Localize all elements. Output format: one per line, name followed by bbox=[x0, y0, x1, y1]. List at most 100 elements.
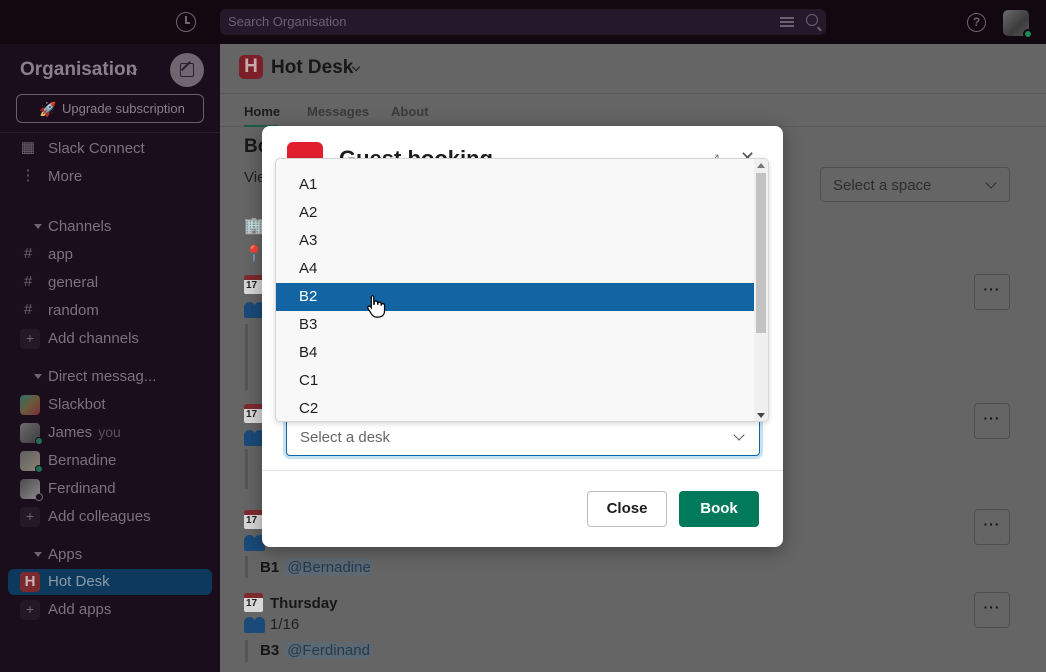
scrollbar[interactable] bbox=[754, 159, 768, 421]
desk-option[interactable]: C1 bbox=[276, 367, 755, 395]
presence-status-icon bbox=[35, 465, 43, 473]
add-channels-button[interactable]: + Add channels bbox=[8, 326, 212, 352]
option-label: A1 bbox=[299, 176, 318, 193]
tab-messages[interactable]: Messages bbox=[307, 104, 369, 119]
history-icon[interactable] bbox=[176, 12, 196, 32]
book-button[interactable]: Book bbox=[679, 491, 759, 527]
desk-select[interactable]: Select a desk bbox=[286, 418, 760, 456]
desk-option[interactable]: A2 bbox=[276, 199, 755, 227]
option-label: A2 bbox=[299, 204, 318, 221]
option-label: C1 bbox=[299, 372, 319, 389]
sidebar-app-hot-desk[interactable]: H Hot Desk bbox=[8, 569, 212, 595]
sidebar-item-slack-connect[interactable]: ▦ Slack Connect bbox=[8, 136, 212, 162]
tab-home[interactable]: Home bbox=[244, 104, 280, 119]
day-options-button[interactable]: ··· bbox=[974, 509, 1010, 545]
add-colleagues-label: Add colleagues bbox=[48, 508, 151, 525]
people-icon bbox=[244, 617, 266, 633]
presence-status-icon bbox=[1023, 29, 1033, 39]
dm-section-header[interactable]: Direct messag... bbox=[8, 364, 212, 390]
desk-option-selected[interactable]: B2 bbox=[276, 283, 755, 311]
space-select[interactable]: Select a space bbox=[820, 167, 1010, 202]
plus-icon: + bbox=[20, 507, 40, 527]
caret-down-icon bbox=[34, 552, 42, 557]
sidebar-dm-bernadine[interactable]: Bernadine bbox=[8, 448, 212, 474]
divider bbox=[262, 470, 783, 471]
caret-down-icon bbox=[34, 374, 42, 379]
calendar-day: 17 bbox=[246, 280, 258, 291]
filter-icon[interactable] bbox=[780, 15, 794, 29]
close-button[interactable]: Close bbox=[587, 491, 667, 527]
calendar-icon: 17 bbox=[244, 510, 263, 529]
calendar-icon: 17 bbox=[244, 593, 263, 612]
section-label: Apps bbox=[48, 546, 83, 563]
add-colleagues-button[interactable]: + Add colleagues bbox=[8, 504, 212, 530]
chevron-down-icon bbox=[733, 429, 745, 441]
section-label: Direct messag... bbox=[48, 368, 157, 385]
scroll-down-arrow-icon[interactable] bbox=[757, 413, 765, 418]
user-mention[interactable]: @Bernadine bbox=[285, 559, 373, 576]
top-bar: Search Organisation ? bbox=[0, 0, 1046, 44]
sidebar-dm-james[interactable]: James you bbox=[8, 420, 212, 446]
app-tabs: Home Messages About bbox=[220, 94, 1046, 127]
office-building-icon: 🏢 bbox=[244, 218, 264, 235]
channel-name: app bbox=[48, 246, 74, 263]
desk-option[interactable]: B3 bbox=[276, 311, 755, 339]
day-options-button[interactable]: ··· bbox=[974, 274, 1010, 310]
app-name: Hot Desk bbox=[48, 573, 110, 590]
sidebar-channel-app[interactable]: # app bbox=[8, 242, 212, 268]
workspace-name[interactable]: Organisation bbox=[20, 59, 137, 81]
apps-section-header[interactable]: Apps bbox=[8, 542, 212, 568]
option-label: B2 bbox=[299, 288, 318, 305]
quote-bar bbox=[245, 324, 248, 390]
channel-name: random bbox=[48, 302, 99, 319]
desk-option[interactable]: A4 bbox=[276, 255, 755, 283]
sidebar-channel-general[interactable]: # general bbox=[8, 270, 212, 296]
you-label: you bbox=[98, 424, 121, 440]
channels-section-header[interactable]: Channels bbox=[8, 214, 212, 240]
compose-button[interactable] bbox=[170, 53, 204, 87]
hash-icon: # bbox=[23, 301, 33, 318]
app-title[interactable]: Hot Desk bbox=[271, 57, 353, 79]
desk-option[interactable]: A1 bbox=[276, 171, 755, 199]
presence-status-icon bbox=[35, 437, 43, 445]
dm-name-text: James bbox=[48, 424, 93, 441]
scrollbar-thumb[interactable] bbox=[756, 173, 766, 333]
sidebar-item-label: Slack Connect bbox=[48, 140, 145, 157]
space-select-placeholder: Select a space bbox=[833, 177, 932, 194]
quote-bar bbox=[245, 449, 248, 489]
sidebar-channel-random[interactable]: # random bbox=[8, 298, 212, 324]
add-apps-button[interactable]: + Add apps bbox=[8, 597, 212, 623]
chevron-down-icon bbox=[985, 177, 997, 189]
desk-option[interactable]: A3 bbox=[276, 227, 755, 255]
quote-bar bbox=[245, 556, 248, 578]
sidebar-dm-ferdinand[interactable]: Ferdinand bbox=[8, 476, 212, 502]
rocket-icon: 🚀 bbox=[39, 101, 57, 117]
upgrade-subscription-button[interactable]: 🚀 Upgrade subscription bbox=[16, 94, 204, 123]
more-vertical-icon: ⋮ bbox=[20, 167, 36, 184]
booking-entry: B3 @Ferdinand bbox=[260, 642, 372, 659]
search-icon[interactable] bbox=[806, 14, 818, 26]
app-header: H Hot Desk bbox=[220, 44, 1046, 94]
calendar-day: 17 bbox=[246, 515, 258, 526]
calendar-day: 17 bbox=[246, 409, 258, 420]
search-input[interactable]: Search Organisation bbox=[220, 9, 826, 35]
dm-name: James you bbox=[48, 424, 121, 441]
user-mention[interactable]: @Ferdinand bbox=[285, 642, 372, 659]
sidebar-item-more[interactable]: ⋮ More bbox=[8, 164, 212, 190]
help-icon[interactable]: ? bbox=[967, 13, 986, 32]
desk-select-placeholder: Select a desk bbox=[300, 429, 391, 446]
caret-down-icon bbox=[34, 224, 42, 229]
slackbot-avatar bbox=[20, 395, 40, 415]
day-options-button[interactable]: ··· bbox=[974, 403, 1010, 439]
desk-option[interactable]: C2 bbox=[276, 395, 755, 421]
scroll-up-arrow-icon[interactable] bbox=[757, 163, 765, 168]
tab-about[interactable]: About bbox=[391, 104, 429, 119]
option-label: B3 bbox=[299, 316, 318, 333]
day-options-button[interactable]: ··· bbox=[974, 592, 1010, 628]
quote-bar bbox=[245, 640, 248, 662]
sidebar-dm-slackbot[interactable]: Slackbot bbox=[8, 392, 212, 418]
desk-options-listbox[interactable]: A1 A2 A3 A4 B2 B3 B4 C1 C2 bbox=[275, 158, 769, 422]
add-channels-label: Add channels bbox=[48, 330, 139, 347]
option-label: C2 bbox=[299, 400, 319, 417]
desk-option[interactable]: B4 bbox=[276, 339, 755, 367]
